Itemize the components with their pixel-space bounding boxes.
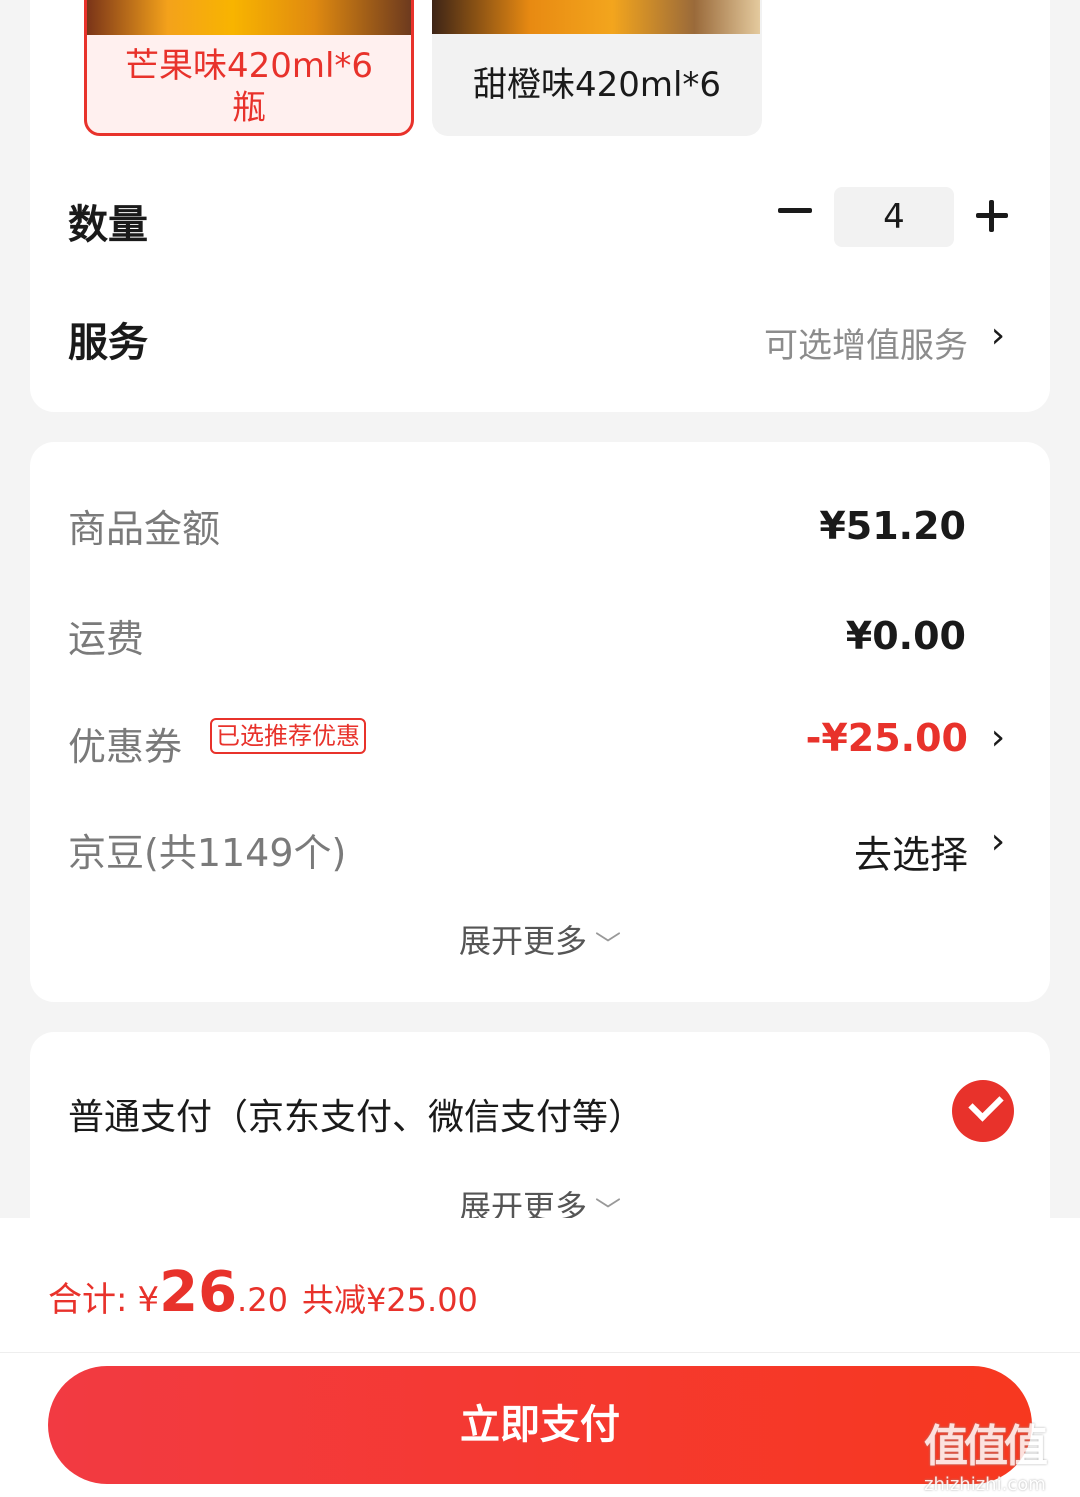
divider (0, 1352, 1080, 1353)
shipping-label: 运费 (68, 617, 145, 661)
chevron-down-icon: ﹀ (595, 930, 622, 961)
check-circle-icon[interactable] (952, 1080, 1014, 1142)
shipping-value: ¥0.00 (845, 614, 966, 658)
coupon-label: 优惠券 (68, 725, 183, 769)
total-label: 合计: (48, 1280, 128, 1320)
coupon-value[interactable]: -¥25.00 (806, 716, 968, 760)
chevron-right-icon[interactable]: › (984, 316, 1012, 356)
variant-orange-image (432, 0, 760, 34)
product-options-card: 芒果味420ml*6 瓶 甜橙味420ml*6 数量 4 服务 可选增值服务 › (30, 0, 1050, 412)
price-summary-card: 商品金额 ¥51.20 运费 ¥0.00 优惠券 已选推荐优惠 -¥25.00 … (30, 442, 1050, 1002)
pay-now-button[interactable]: 立即支付 (48, 1366, 1032, 1484)
jd-beans-select[interactable]: 去选择 (854, 824, 968, 879)
watermark: 值值值 zhizhizhi.com (924, 1410, 1074, 1495)
variant-orange[interactable]: 甜橙味420ml*6 (432, 0, 762, 136)
total-currency: ¥ (137, 1280, 160, 1320)
quantity-title: 数量 (68, 202, 148, 248)
checkout-page: 芒果味420ml*6 瓶 甜橙味420ml*6 数量 4 服务 可选增值服务 ›… (0, 0, 1080, 1497)
variant-mango-image (87, 0, 411, 35)
goods-amount-value: ¥51.20 (819, 504, 966, 548)
quantity-input[interactable]: 4 (834, 187, 954, 247)
plus-icon[interactable] (976, 200, 1008, 232)
total-integer: 26 (159, 1260, 238, 1325)
jd-beans-label: 京豆(共1149个) (68, 831, 347, 875)
variant-mango-label: 芒果味420ml*6 瓶 (124, 46, 374, 128)
total-decimal: .20 (237, 1281, 288, 1319)
chevron-right-icon[interactable]: › (984, 718, 1012, 758)
checkout-bar: 合计: ¥26.20 共减¥25.00 立即支付 (0, 1218, 1080, 1497)
chevron-right-icon[interactable]: › (984, 822, 1012, 862)
coupon-badge: 已选推荐优惠 (210, 718, 366, 754)
service-value[interactable]: 可选增值服务 (764, 318, 968, 367)
watermark-url: zhizhizhi.com (924, 1474, 1046, 1495)
expand-more-button[interactable]: 展开更多 ﹀ (30, 916, 1050, 962)
payment-method-label[interactable]: 普通支付（京东支付、微信支付等） (68, 1088, 644, 1140)
service-title: 服务 (68, 320, 148, 366)
order-total: 合计: ¥26.20 共减¥25.00 (48, 1260, 478, 1325)
watermark-logo: 值值值 (924, 1421, 1048, 1472)
goods-amount-label: 商品金额 (68, 507, 221, 551)
expand-more-label: 展开更多 (458, 922, 587, 960)
minus-icon[interactable] (778, 194, 812, 228)
variant-mango[interactable]: 芒果味420ml*6 瓶 (84, 0, 414, 136)
variant-orange-label: 甜橙味420ml*6 (472, 65, 722, 105)
total-saved: 共减¥25.00 (301, 1281, 478, 1319)
